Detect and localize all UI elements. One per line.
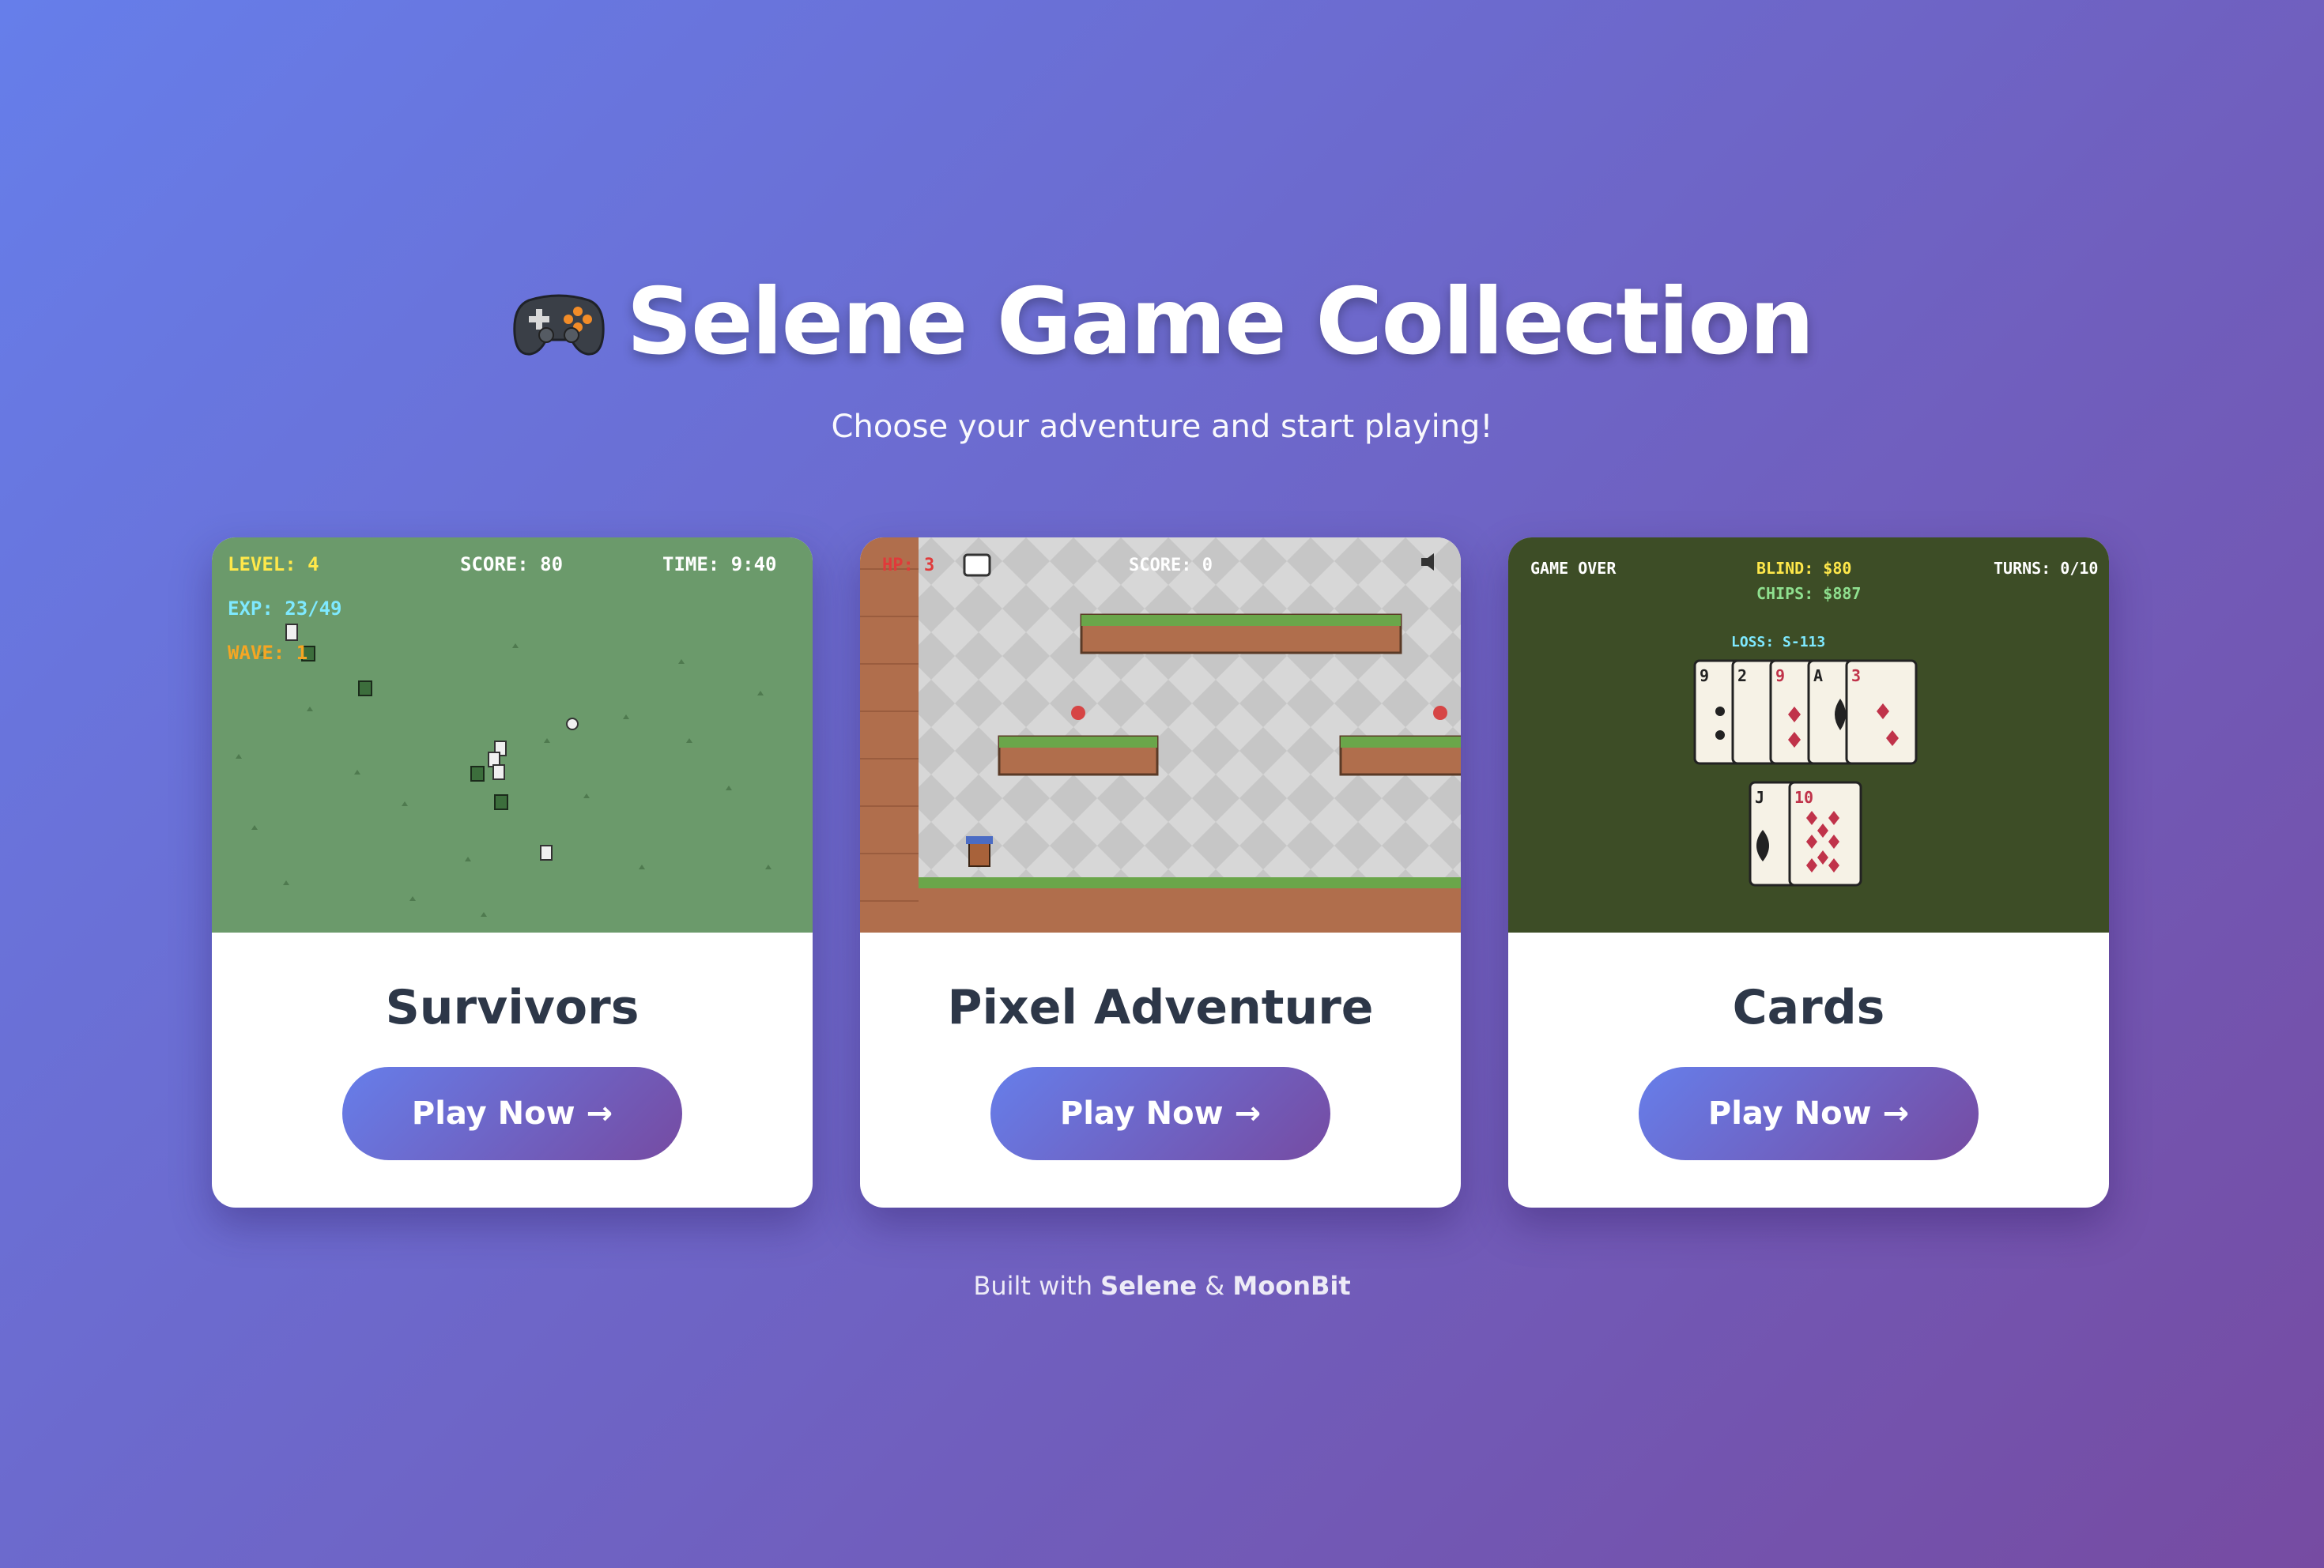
survivors-score: SCORE: 80: [460, 553, 563, 575]
play-now-label: Play Now: [1059, 1095, 1224, 1132]
cards-loss: LOSS: S-113: [1731, 634, 1825, 650]
survivors-wave: WAVE: 1: [228, 642, 307, 664]
footer-prefix: Built with: [973, 1271, 1092, 1301]
arrow-right-icon: →: [586, 1095, 613, 1132]
hand-card-rank: 9: [1700, 666, 1709, 685]
play-now-label: Play Now: [1707, 1095, 1872, 1132]
hand-card-rank: 3: [1851, 666, 1861, 685]
survivors-thumbnail[interactable]: LEVEL: 4 SCORE: 80 TIME: 9:40 EXP: 23/49…: [212, 537, 813, 933]
hand-card-rank: 9: [1775, 666, 1785, 685]
game-card-survivors[interactable]: LEVEL: 4 SCORE: 80 TIME: 9:40 EXP: 23/49…: [212, 537, 813, 1208]
arrow-right-icon: →: [1882, 1095, 1910, 1132]
game-title: Survivors: [385, 980, 639, 1035]
game-title: Pixel Adventure: [947, 980, 1374, 1035]
footer-brand-selene: Selene: [1100, 1271, 1198, 1301]
play-now-button-pixel-adventure[interactable]: Play Now →: [990, 1067, 1330, 1160]
footer: Built with Selene & MoonBit: [0, 1271, 2324, 1301]
survivors-exp: EXP: 23/49: [228, 597, 342, 620]
gamepad-icon: [511, 285, 606, 360]
title-row: Selene Game Collection: [511, 269, 1815, 375]
game-card-pixel-adventure[interactable]: HP: 3 SCORE: 0 Pixel Adventure Play Now …: [860, 537, 1461, 1208]
footer-brand-moonbit: MoonBit: [1232, 1271, 1351, 1301]
page-title: Selene Game Collection: [626, 269, 1815, 375]
page: Selene Game Collection Choose your adven…: [0, 0, 2324, 1568]
play-now-label: Play Now: [411, 1095, 575, 1132]
game-card-cards[interactable]: GAME OVER BLIND: $80 CHIPS: $887 TURNS: …: [1508, 537, 2109, 1208]
hand-card-rank: A: [1813, 666, 1823, 685]
game-title: Cards: [1732, 980, 1885, 1035]
survivors-level: LEVEL: 4: [228, 553, 319, 575]
pixel-adventure-score: SCORE: 0: [1129, 556, 1213, 575]
played-card-rank: 10: [1794, 788, 1813, 807]
cards-status: GAME OVER: [1530, 559, 1617, 578]
played-card-rank: J: [1755, 788, 1764, 807]
header: Selene Game Collection Choose your adven…: [0, 269, 2324, 445]
pixel-adventure-thumbnail[interactable]: HP: 3 SCORE: 0: [860, 537, 1461, 933]
arrow-right-icon: →: [1234, 1095, 1262, 1132]
pixel-adventure-hp: HP: 3: [882, 556, 934, 575]
footer-separator: &: [1205, 1271, 1225, 1301]
hand-card-rank: 2: [1737, 666, 1747, 685]
cards-thumbnail[interactable]: GAME OVER BLIND: $80 CHIPS: $887 TURNS: …: [1508, 537, 2109, 933]
page-subtitle: Choose your adventure and start playing!: [831, 409, 1493, 445]
play-now-button-cards[interactable]: Play Now →: [1639, 1067, 1979, 1160]
cards-chips: CHIPS: $887: [1756, 584, 1861, 603]
play-now-button-survivors[interactable]: Play Now →: [342, 1067, 682, 1160]
cards-blind: BLIND: $80: [1756, 559, 1851, 578]
survivors-time: TIME: 9:40: [662, 553, 777, 575]
game-card-grid: LEVEL: 4 SCORE: 80 TIME: 9:40 EXP: 23/49…: [212, 537, 2109, 1209]
cards-turns: TURNS: 0/10: [1994, 559, 2098, 578]
